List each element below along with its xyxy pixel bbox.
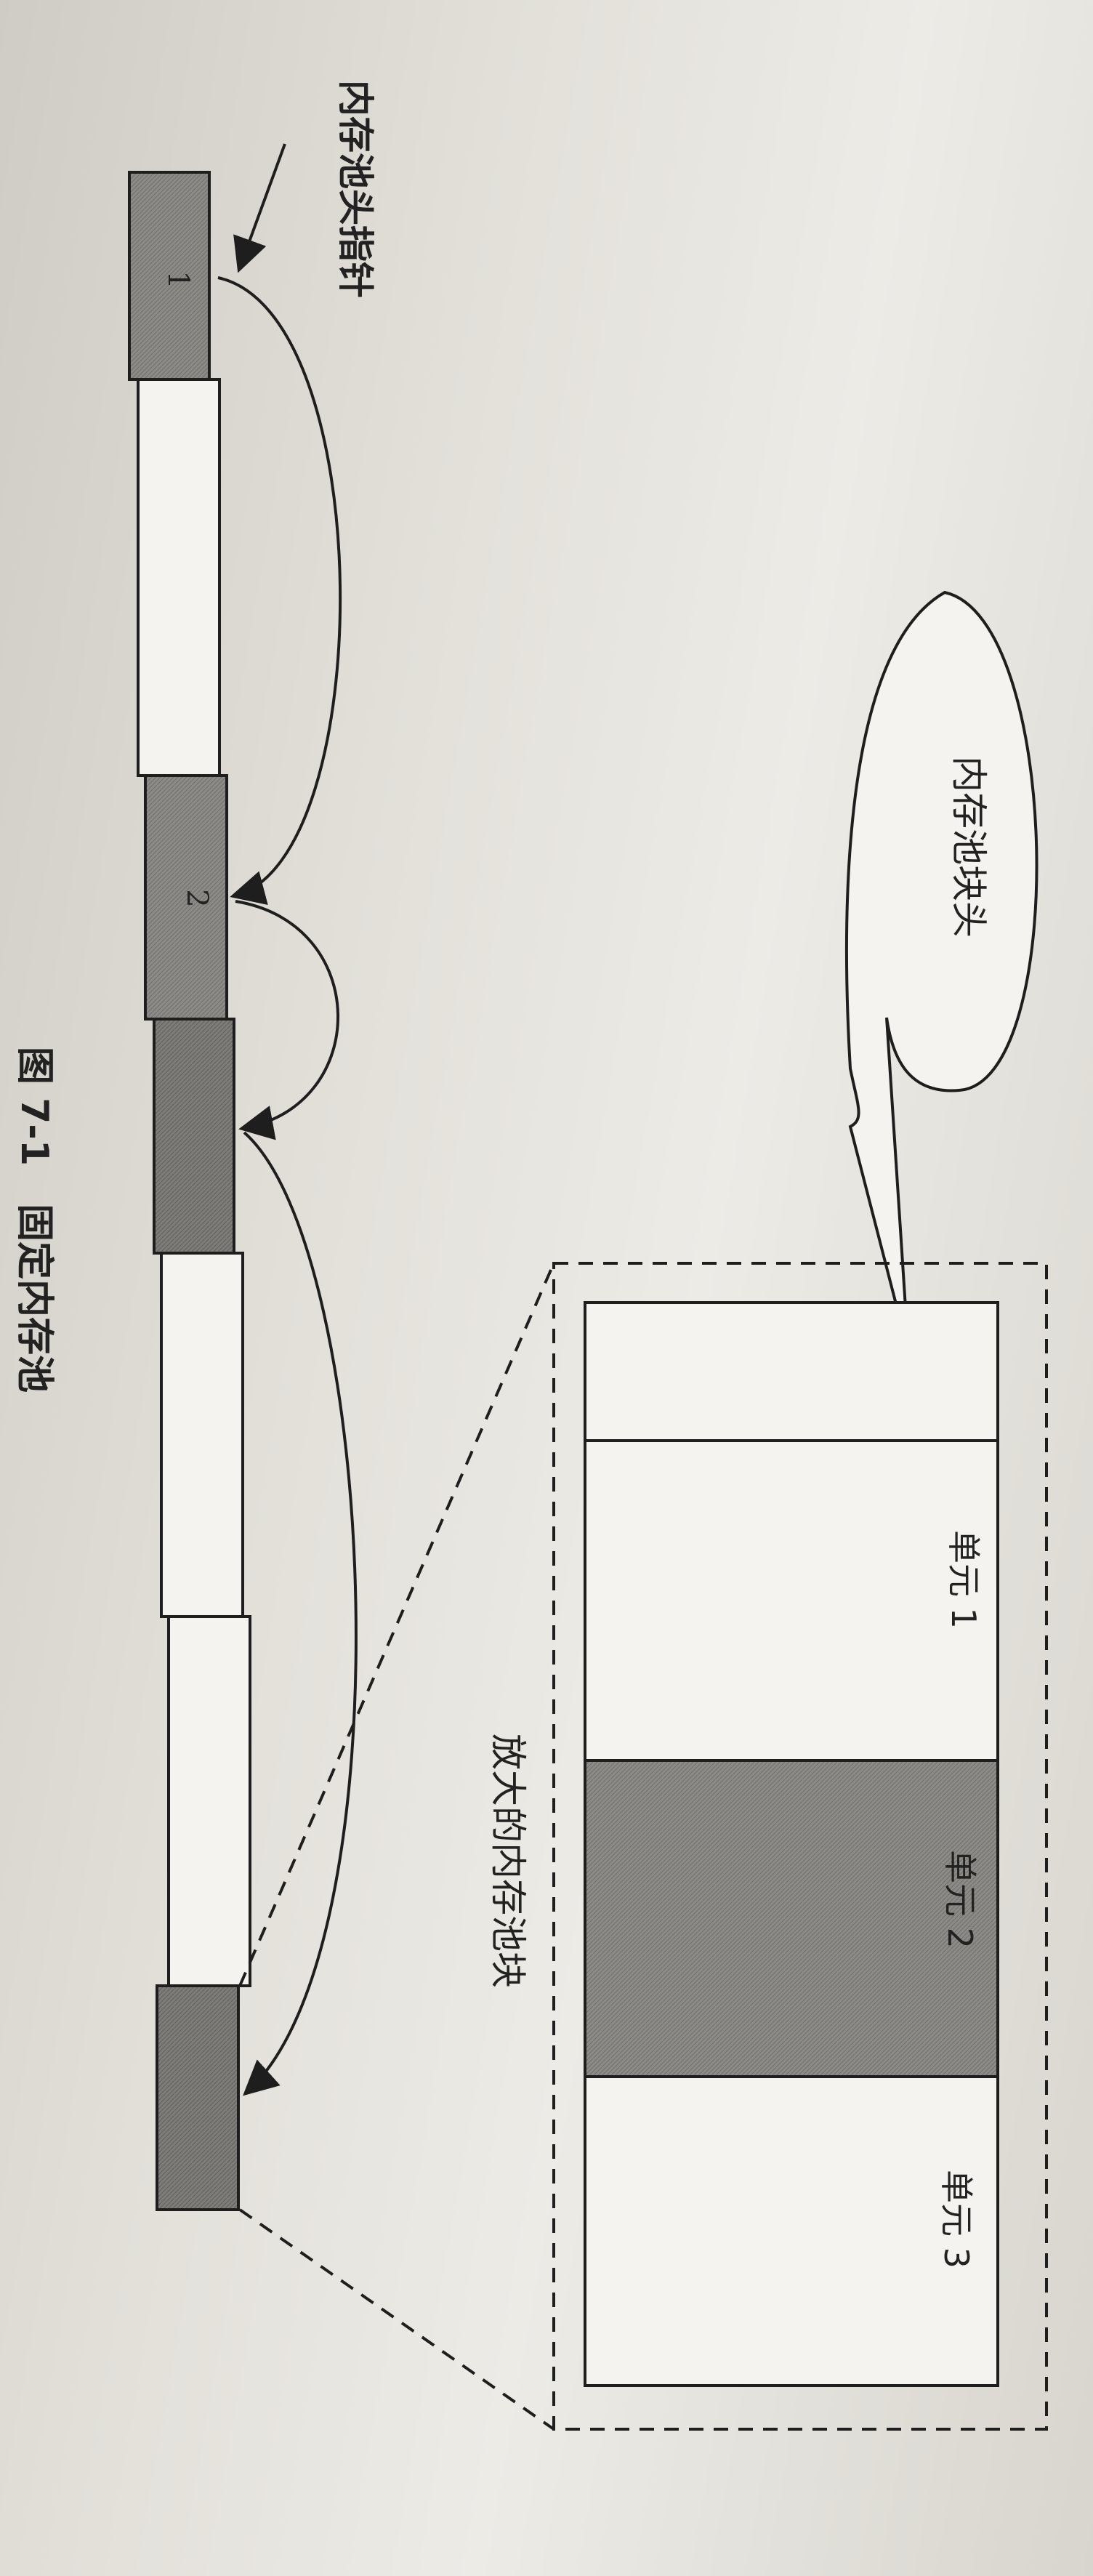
enlarged-block: 单元 1 单元 2 单元 3 放大的内存池块	[487, 1262, 1048, 2431]
block-header-bubble: 内存池块头	[845, 590, 1038, 1353]
fixed-memory-pool-figure: 1 2 内存池头指针 内存池块头 单元 1 单元 2 单元 3 放大的内存池块 …	[12, 80, 1048, 2431]
pool-block-free-b	[160, 1252, 244, 1618]
unit-2	[584, 1759, 999, 2078]
pool-block-free-c	[167, 1615, 251, 1987]
zoom-line-bottom	[238, 2208, 555, 2431]
link-arc-1-to-2	[217, 276, 342, 905]
figure-caption: 图 7-1 固定内存池	[12, 1047, 56, 1393]
unit-1	[584, 1439, 999, 1762]
pool-block-3	[153, 1018, 235, 1255]
pool-block-free-a	[137, 378, 221, 777]
unit-3	[584, 2075, 999, 2387]
memory-pool-strip: 1 2	[128, 171, 251, 2211]
unit-3-label: 单元 3	[937, 2170, 976, 2269]
link-arc-3-to-last	[243, 1131, 358, 2096]
pool-block-2-number: 2	[180, 889, 214, 907]
pool-block-last	[156, 1984, 240, 2211]
pointer-arrow	[233, 143, 286, 273]
enlarged-block-label: 放大的内存池块	[487, 1734, 529, 1988]
link-arc-2-to-3	[235, 900, 339, 1140]
figure-page: 1 2 内存池头指针 内存池块头 单元 1 单元 2 单元 3 放大的内存池块 …	[0, 0, 1093, 2576]
pool-block-1-number: 1	[161, 270, 195, 289]
enlarged-block-header	[584, 1301, 999, 1442]
block-header-bubble-label: 内存池块头	[948, 756, 990, 938]
unit-1-label: 单元 1	[944, 1530, 983, 1629]
unit-2-label: 单元 2	[940, 1850, 980, 1949]
bubble-shape	[845, 590, 1038, 1353]
pool-head-pointer-label: 内存池头指针	[334, 80, 376, 298]
